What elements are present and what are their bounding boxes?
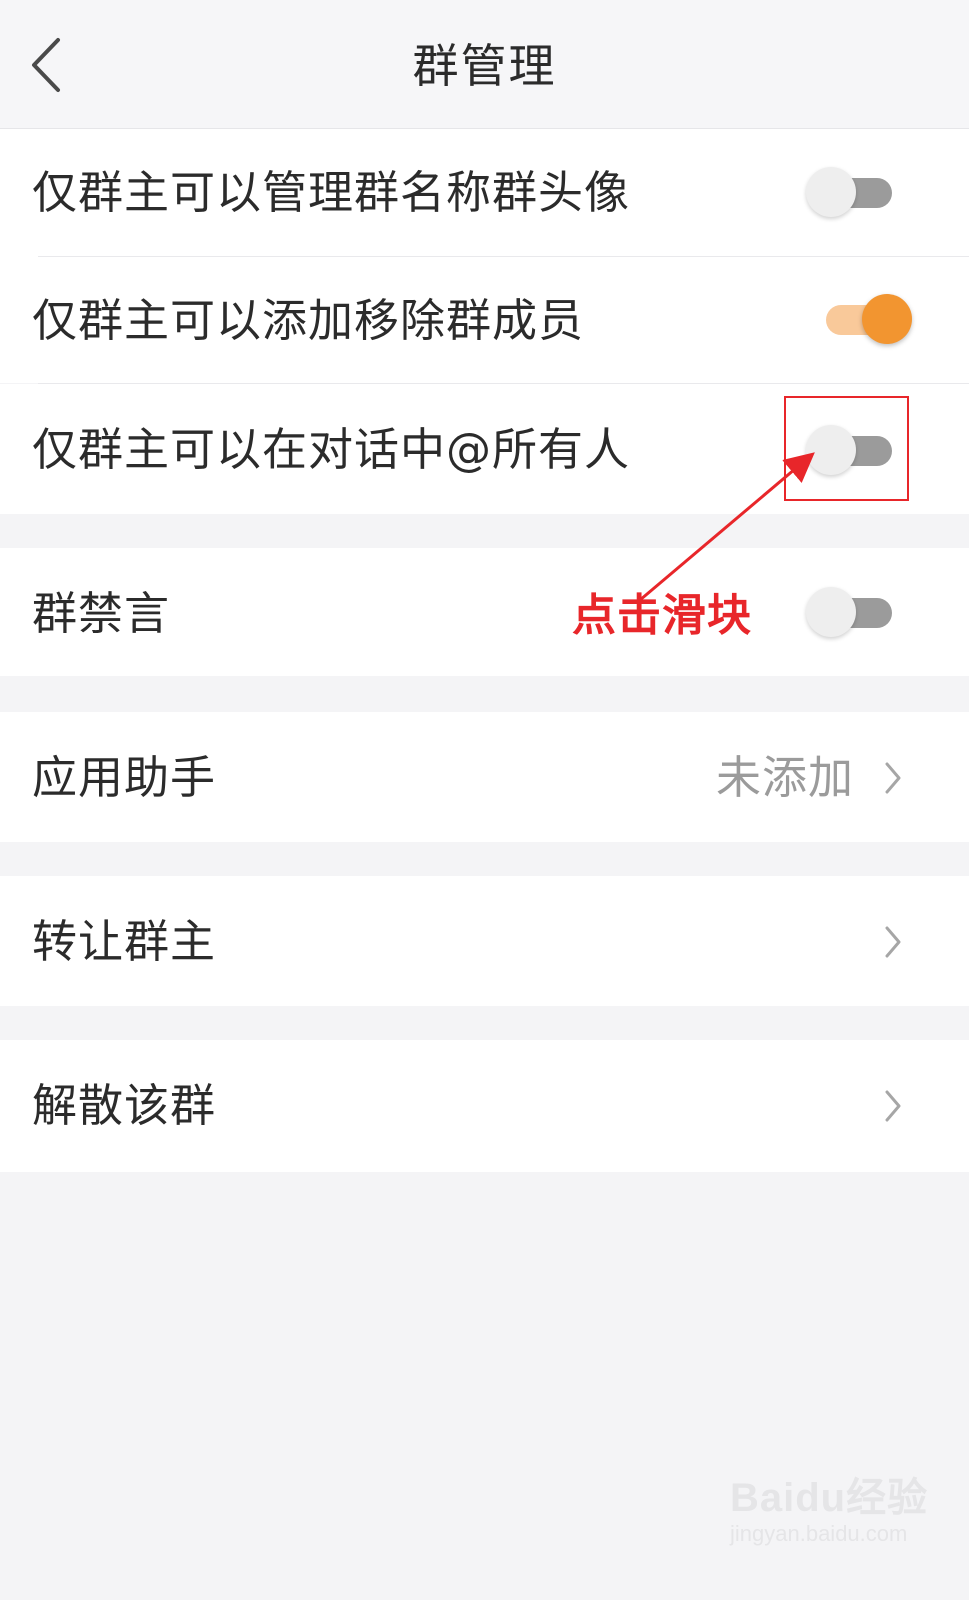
annotation-arrow — [639, 452, 815, 602]
watermark: Baidu经验 jingyan.baidu.com — [730, 1465, 950, 1575]
annotation-label: 点击滑块 — [572, 590, 752, 641]
watermark-logo: Baidu经验 — [730, 1476, 929, 1520]
watermark-url: jingyan.baidu.com — [730, 1521, 908, 1546]
